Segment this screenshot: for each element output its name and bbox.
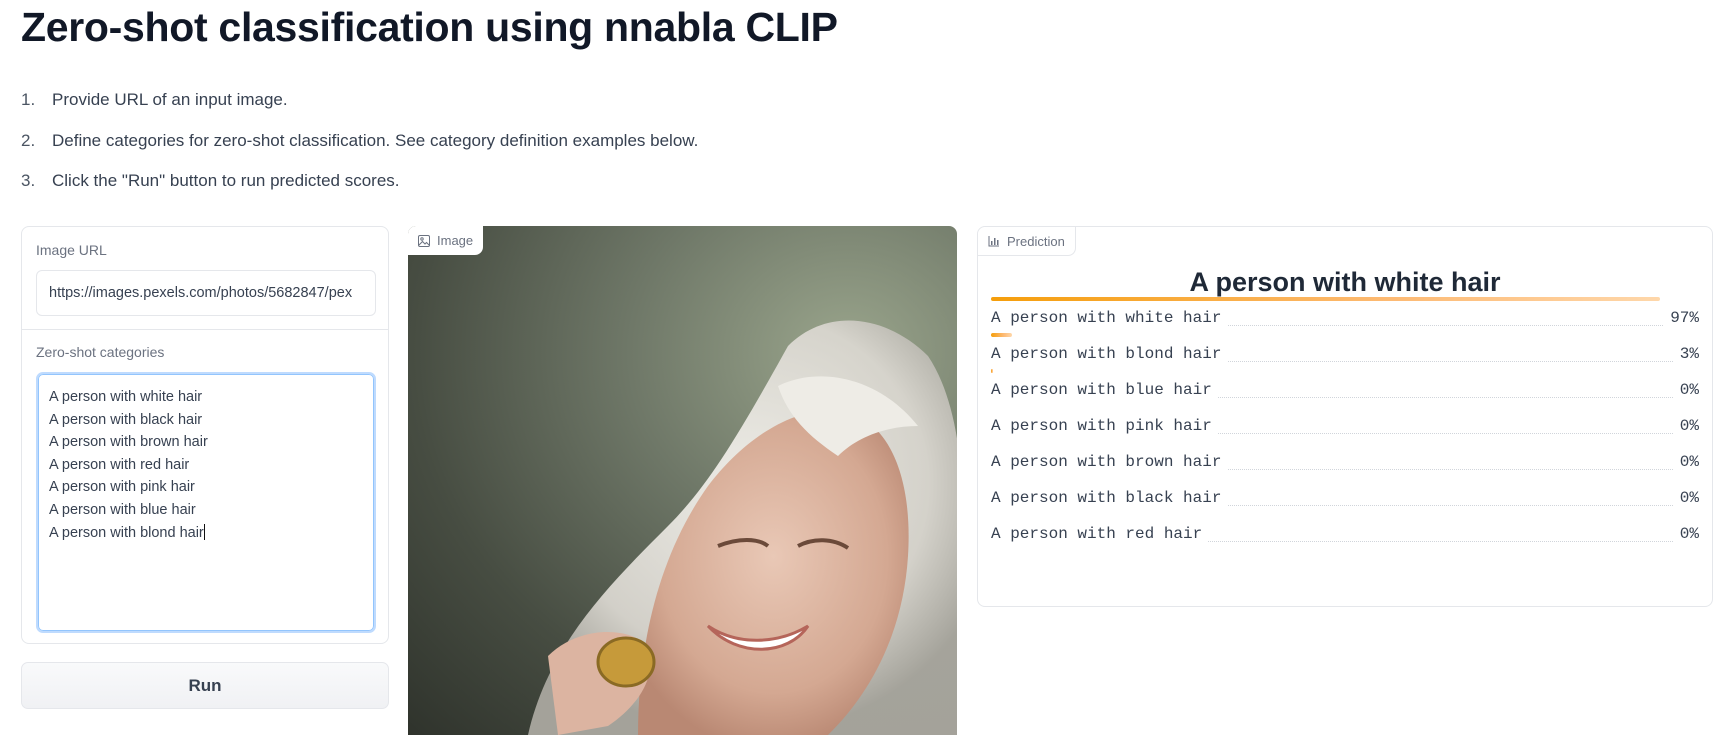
image-icon (418, 234, 430, 247)
prediction-percent: 0% (1673, 453, 1699, 471)
text-caret (203, 523, 205, 540)
prediction-bar (991, 369, 993, 373)
instruction-item: 1. Provide URL of an input image. (21, 90, 288, 109)
divider (22, 329, 388, 330)
instruction-item: 3. Click the "Run" button to run predicte… (21, 171, 400, 190)
prediction-row: A person with white hair 97% (991, 297, 1699, 336)
image-output-panel: Image (408, 226, 957, 735)
prediction-label: A person with black hair (991, 489, 1228, 507)
page-title: Zero-shot classification using nnabla CL… (21, 4, 838, 50)
category-line: A person with black hair (49, 411, 203, 428)
page: Zero-shot classification using nnabla CL… (0, 0, 1732, 735)
image-tab: Image (408, 226, 484, 255)
prediction-tab: Prediction (978, 227, 1076, 256)
instructions-list: 1. Provide URL of an input image. 2. Defin… (21, 90, 698, 212)
image-url-value: https://images.pexels.com/photos/5682847… (49, 285, 353, 301)
prediction-row: A person with black hair 0% (991, 477, 1699, 516)
categories-label: Zero-shot categories (36, 344, 165, 360)
category-line: A person with blue hair (49, 501, 196, 518)
prediction-percent: 0% (1673, 489, 1699, 507)
prediction-label: A person with white hair (991, 309, 1228, 327)
bar-chart-icon (988, 236, 999, 247)
input-photo (528, 320, 957, 735)
prediction-row: A person with blond hair 3% (991, 333, 1699, 372)
image-url-label: Image URL (36, 242, 107, 258)
category-line: A person with pink hair (49, 479, 195, 496)
prediction-percent: 0% (1673, 417, 1699, 435)
category-line: A person with brown hair (49, 434, 208, 451)
category-line: A person with red hair (49, 456, 190, 473)
prediction-row: A person with red hair 0% (991, 513, 1699, 552)
prediction-row: A person with pink hair 0% (991, 405, 1699, 444)
prediction-panel: Prediction A person with white hair A pe… (977, 226, 1713, 607)
image-url-input[interactable]: https://images.pexels.com/photos/5682847… (36, 270, 376, 316)
prediction-tab-label: Prediction (1007, 233, 1065, 249)
category-line-last: A person with blond hair (49, 523, 205, 541)
prediction-label: A person with pink hair (991, 417, 1218, 435)
prediction-row: A person with brown hair 0% (991, 441, 1699, 480)
prediction-percent: 3% (1673, 345, 1699, 363)
category-line: A person with white hair (49, 389, 203, 405)
prediction-bar (991, 297, 1661, 301)
categories-textarea[interactable]: A person with white hair A person with b… (36, 372, 376, 633)
instruction-item: 2. Define categories for zero-shot classi… (21, 130, 699, 150)
run-button[interactable]: Run (21, 662, 389, 709)
prediction-percent: 97% (1664, 309, 1699, 327)
prediction-row: A person with blue hair 0% (991, 369, 1699, 408)
prediction-label: A person with red hair (991, 525, 1209, 543)
prediction-percent: 0% (1673, 525, 1699, 543)
image-tab-label: Image (437, 233, 474, 248)
prediction-bar (991, 333, 1012, 337)
top-prediction-label: A person with white hair (1189, 267, 1501, 297)
prediction-label: A person with blue hair (991, 381, 1218, 399)
input-panel: Image URL https://images.pexels.com/phot… (21, 226, 389, 644)
prediction-label: A person with brown hair (991, 453, 1228, 471)
prediction-percent: 0% (1673, 381, 1699, 399)
prediction-label: A person with blond hair (991, 345, 1228, 363)
